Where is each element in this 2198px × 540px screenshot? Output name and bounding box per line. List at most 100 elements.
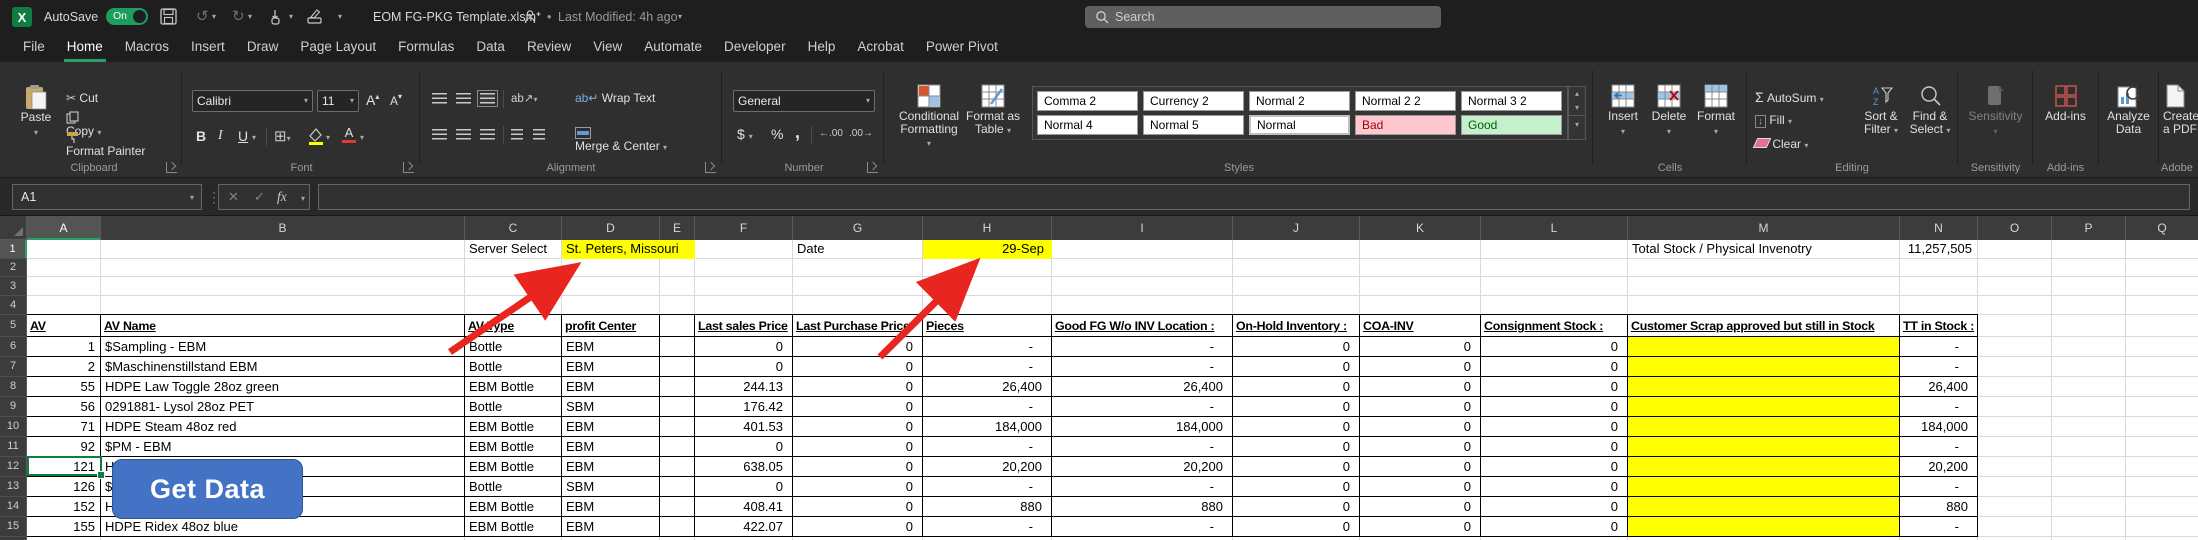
data-cell-I8[interactable]: 26,400 bbox=[1052, 377, 1233, 397]
data-cell-D8[interactable]: EBM bbox=[562, 377, 660, 397]
merge-center-button[interactable]: Merge & Center ▾ bbox=[575, 127, 667, 153]
analyze-data-button[interactable]: Analyze Data bbox=[2102, 84, 2155, 136]
data-cell-H15[interactable]: - bbox=[923, 517, 1052, 537]
data-cell-M6[interactable] bbox=[1628, 337, 1900, 357]
share-person-icon[interactable] bbox=[524, 9, 541, 25]
comma-format-button[interactable]: , bbox=[795, 122, 800, 143]
data-cell-I11[interactable]: - bbox=[1052, 437, 1233, 457]
style-currency-2[interactable]: Currency 2 bbox=[1143, 91, 1244, 111]
tab-draw[interactable]: Draw bbox=[236, 34, 290, 62]
data-cell-H11[interactable]: - bbox=[923, 437, 1052, 457]
save-icon[interactable] bbox=[160, 8, 178, 26]
touch-mouse-mode-icon[interactable] bbox=[268, 8, 286, 26]
tab-file[interactable]: File bbox=[12, 34, 56, 62]
data-cell-C6[interactable]: Bottle bbox=[465, 337, 562, 357]
tab-review[interactable]: Review bbox=[516, 34, 582, 62]
data-cell-M7[interactable] bbox=[1628, 357, 1900, 377]
data-cell-K6[interactable]: 0 bbox=[1360, 337, 1481, 357]
data-cell-N13[interactable]: - bbox=[1900, 477, 1978, 497]
data-cell-C11[interactable]: EBM Bottle bbox=[465, 437, 562, 457]
data-cell-J12[interactable]: 0 bbox=[1233, 457, 1360, 477]
data-cell-L12[interactable]: 0 bbox=[1481, 457, 1628, 477]
column-header-Q[interactable]: Q bbox=[2126, 216, 2198, 240]
style-normal-3-2[interactable]: Normal 3 2 bbox=[1461, 91, 1562, 111]
data-cell-J7[interactable]: 0 bbox=[1233, 357, 1360, 377]
data-cell-G13[interactable]: 0 bbox=[793, 477, 923, 497]
align-right-icon[interactable] bbox=[480, 129, 495, 140]
data-cell-E7[interactable] bbox=[660, 357, 695, 377]
conditional-formatting-button[interactable]: Conditional Formatting ▾ bbox=[898, 84, 960, 150]
quick-access-chevron-icon[interactable]: ▾ bbox=[338, 0, 342, 34]
insert-function-icon[interactable]: fx bbox=[277, 185, 287, 209]
data-cell-K12[interactable]: 0 bbox=[1360, 457, 1481, 477]
tab-page-layout[interactable]: Page Layout bbox=[289, 34, 387, 62]
data-cell-I7[interactable]: - bbox=[1052, 357, 1233, 377]
select-all-corner[interactable] bbox=[0, 216, 27, 240]
style-normal-2-2[interactable]: Normal 2 2 bbox=[1355, 91, 1456, 111]
increase-decimal-button[interactable]: ←.00 bbox=[819, 128, 843, 139]
column-header-D[interactable]: D bbox=[562, 216, 660, 240]
header-cell-G[interactable]: Last Purchase Price bbox=[793, 315, 923, 337]
data-cell-D13[interactable]: SBM bbox=[562, 477, 660, 497]
format-painter-button[interactable]: Format Painter bbox=[66, 131, 145, 158]
data-cell-M9[interactable] bbox=[1628, 397, 1900, 417]
data-cell-A10[interactable]: 71 bbox=[27, 417, 101, 437]
data-cell-M13[interactable] bbox=[1628, 477, 1900, 497]
data-cell-N10[interactable]: 184,000 bbox=[1900, 417, 1978, 437]
data-cell-G10[interactable]: 0 bbox=[793, 417, 923, 437]
format-as-table-button[interactable]: Format as Table ▾ bbox=[962, 84, 1024, 137]
data-cell-I6[interactable]: - bbox=[1052, 337, 1233, 357]
data-cell-F12[interactable]: 638.05 bbox=[695, 457, 793, 477]
data-cell-J9[interactable]: 0 bbox=[1233, 397, 1360, 417]
data-cell-E12[interactable] bbox=[660, 457, 695, 477]
row-header-14[interactable]: 14 bbox=[0, 497, 27, 517]
last-modified-chevron-icon[interactable]: ▾ bbox=[678, 0, 682, 34]
create-pdf-button[interactable]: Create a PDF bbox=[2163, 84, 2198, 136]
row-header-2[interactable]: 2 bbox=[0, 259, 27, 277]
data-cell-E11[interactable] bbox=[660, 437, 695, 457]
data-cell-D15[interactable]: EBM bbox=[562, 517, 660, 537]
font-name-select[interactable]: Calibri▾ bbox=[192, 90, 313, 112]
column-header-E[interactable]: E bbox=[660, 216, 695, 240]
addins-button[interactable]: Add-ins bbox=[2038, 84, 2093, 123]
data-cell-K8[interactable]: 0 bbox=[1360, 377, 1481, 397]
data-cell-L13[interactable]: 0 bbox=[1481, 477, 1628, 497]
data-cell-F6[interactable]: 0 bbox=[695, 337, 793, 357]
data-cell-G11[interactable]: 0 bbox=[793, 437, 923, 457]
column-header-K[interactable]: K bbox=[1360, 216, 1481, 240]
header-cell-J[interactable]: On-Hold Inventory : bbox=[1233, 315, 1360, 337]
data-cell-C13[interactable]: Bottle bbox=[465, 477, 562, 497]
align-bottom-icon[interactable] bbox=[480, 93, 495, 104]
alignment-dialog-launcher-icon[interactable] bbox=[705, 162, 716, 173]
cut-button[interactable]: ✂ Cut bbox=[66, 91, 98, 105]
data-cell-I10[interactable]: 184,000 bbox=[1052, 417, 1233, 437]
column-header-I[interactable]: I bbox=[1052, 216, 1233, 240]
row-header-7[interactable]: 7 bbox=[0, 357, 27, 377]
find-select-button[interactable]: Find & Select ▾ bbox=[1907, 84, 1953, 137]
data-cell-K9[interactable]: 0 bbox=[1360, 397, 1481, 417]
data-cell-E13[interactable] bbox=[660, 477, 695, 497]
data-cell-D10[interactable]: EBM bbox=[562, 417, 660, 437]
cell-total-stock-value[interactable]: 11,257,505 bbox=[1900, 240, 1978, 259]
data-cell-N12[interactable]: 20,200 bbox=[1900, 457, 1978, 477]
data-cell-C9[interactable]: Bottle bbox=[465, 397, 562, 417]
data-cell-H7[interactable]: - bbox=[923, 357, 1052, 377]
number-dialog-launcher-icon[interactable] bbox=[867, 162, 878, 173]
paste-button[interactable]: Paste ▾ bbox=[14, 84, 58, 138]
data-cell-C8[interactable]: EBM Bottle bbox=[465, 377, 562, 397]
header-cell-C[interactable]: AV Type bbox=[465, 315, 562, 337]
column-header-L[interactable]: L bbox=[1481, 216, 1628, 240]
align-center-icon[interactable] bbox=[456, 129, 471, 140]
fill-color-button[interactable] bbox=[308, 128, 324, 145]
column-header-F[interactable]: F bbox=[695, 216, 793, 240]
data-cell-D7[interactable]: EBM bbox=[562, 357, 660, 377]
decrease-indent-icon[interactable] bbox=[511, 129, 523, 140]
row-header-12[interactable]: 12 bbox=[0, 457, 27, 477]
gallery-down-icon[interactable]: ▾ bbox=[1569, 101, 1585, 115]
data-cell-C12[interactable]: EBM Bottle bbox=[465, 457, 562, 477]
data-cell-C7[interactable]: Bottle bbox=[465, 357, 562, 377]
header-cell-F[interactable]: Last sales Price bbox=[695, 315, 793, 337]
tab-view[interactable]: View bbox=[582, 34, 633, 62]
data-cell-I15[interactable]: - bbox=[1052, 517, 1233, 537]
data-cell-B7[interactable]: $Maschinenstillstand EBM bbox=[101, 357, 465, 377]
